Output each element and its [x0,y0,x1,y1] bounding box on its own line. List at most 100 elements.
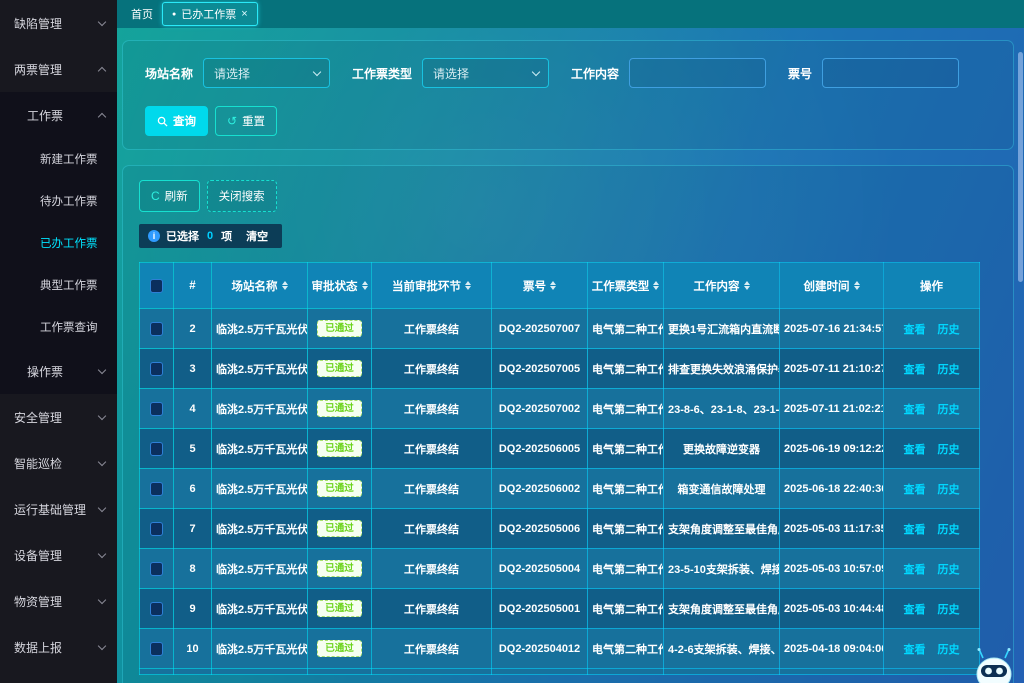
row-actions: 查看历史 [904,361,960,377]
header-cell[interactable]: 创建时间 [780,263,884,309]
row-checkbox-cell [140,389,174,429]
header-cell[interactable]: 场站名称 [212,263,308,309]
sidebar-item-label: 已办工作票 [40,235,98,251]
sidebar-item-equipment-mgmt[interactable]: 设备管理 [0,532,117,578]
search-icon [157,116,168,127]
header-cell-content: 场站名称 [216,278,303,294]
view-link[interactable]: 查看 [904,321,926,337]
history-link[interactable]: 历史 [938,601,960,617]
ticket-type-select[interactable]: 请选择 [422,58,549,88]
sort-icon[interactable] [744,281,750,290]
row-checkbox[interactable] [150,322,163,336]
row-checkbox[interactable] [150,362,163,376]
ticket-no-cell: DQ2-202504012 [492,629,588,669]
table-row-partial [140,669,980,675]
sidebar-item-defect-mgmt[interactable]: 缺陷管理 [0,0,117,46]
sort-asc-caret [653,281,659,285]
sidebar-item-data-report[interactable]: 数据上报 [0,624,117,670]
clear-selection-link[interactable]: 清空 [246,228,268,244]
header-cell[interactable]: 工作票类型 [588,263,664,309]
view-link[interactable]: 查看 [904,481,926,497]
view-link[interactable]: 查看 [904,361,926,377]
partial-cell [140,669,174,675]
sidebar-item-safety-mgmt[interactable]: 安全管理 [0,394,117,440]
sort-asc-caret [854,281,860,285]
station-name-select[interactable]: 请选择 [203,58,330,88]
history-link[interactable]: 历史 [938,441,960,457]
view-link[interactable]: 查看 [904,561,926,577]
approval-status-cell: 已通过 [308,589,372,629]
sort-asc-caret [465,281,471,285]
row-index-cell: 3 [174,349,212,389]
row-checkbox[interactable] [150,522,163,536]
sidebar-item-todo-work-ticket[interactable]: 待办工作票 [0,180,117,222]
vertical-scrollbar[interactable] [1018,32,1023,679]
header-cell[interactable]: 当前审批环节 [372,263,492,309]
status-badge: 已通过 [317,480,362,498]
table-panel: C 刷新 关闭搜索 i 已选择0项 清空 #场站名称审批状态当前审批环节票号工作… [122,165,1014,683]
history-link[interactable]: 历史 [938,361,960,377]
row-checkbox-cell [140,309,174,349]
sidebar-item-typical-work-ticket[interactable]: 典型工作票 [0,264,117,306]
sidebar-item-work-ticket[interactable]: 工作票 [0,92,117,138]
sidebar-item-done-work-ticket[interactable]: 已办工作票 [0,222,117,264]
sort-icon[interactable] [653,281,659,290]
sort-icon[interactable] [550,281,556,290]
history-link[interactable]: 历史 [938,641,960,657]
tab-close-icon[interactable]: × [241,9,247,20]
row-checkbox[interactable] [150,602,163,616]
partial-cell [308,669,372,675]
select-all-checkbox[interactable] [150,279,163,293]
sidebar-item-work-ticket-query[interactable]: 工作票查询 [0,306,117,348]
row-checkbox[interactable] [150,642,163,656]
view-link[interactable]: 查看 [904,401,926,417]
view-link[interactable]: 查看 [904,441,926,457]
header-label: 审批状态 [312,278,358,294]
close-search-button[interactable]: 关闭搜索 [207,180,277,212]
sort-icon[interactable] [465,281,471,290]
chatbot-robot-icon[interactable] [970,648,1018,683]
history-link[interactable]: 历史 [938,561,960,577]
header-cell[interactable]: 票号 [492,263,588,309]
created-time-cell: 2025-07-16 21:34:57 [780,309,884,349]
sidebar-item-two-ticket-mgmt[interactable]: 两票管理 [0,46,117,92]
view-link[interactable]: 查看 [904,521,926,537]
chevron-down-icon [98,641,106,649]
sidebar-item-new-work-ticket[interactable]: 新建工作票 [0,138,117,180]
approval-step-cell: 工作票终结 [372,309,492,349]
header-cell[interactable]: 审批状态 [308,263,372,309]
row-checkbox[interactable] [150,442,163,456]
sort-icon[interactable] [282,281,288,290]
history-link[interactable]: 历史 [938,401,960,417]
work-content-input[interactable] [629,58,766,88]
tab-home[interactable]: 首页 [122,2,162,26]
reset-button[interactable]: ↺ 重置 [215,106,277,136]
header-cell[interactable]: 工作内容 [664,263,780,309]
sidebar-item-operation-base-mgmt[interactable]: 运行基础管理 [0,486,117,532]
sidebar-item-operation-ticket[interactable]: 操作票 [0,348,117,394]
history-link[interactable]: 历史 [938,521,960,537]
query-button[interactable]: 查询 [145,106,208,136]
row-checkbox[interactable] [150,402,163,416]
view-link[interactable]: 查看 [904,601,926,617]
history-link[interactable]: 历史 [938,321,960,337]
history-link[interactable]: 历史 [938,481,960,497]
tab-done-work-ticket[interactable]: ● 已办工作票 × [162,2,258,26]
sort-icon[interactable] [854,281,860,290]
work-content-cell: 箱变通信故障处理 [664,469,780,509]
ticket-no-input[interactable] [822,58,959,88]
view-link[interactable]: 查看 [904,641,926,657]
info-icon: i [148,230,160,242]
sort-icon[interactable] [362,281,368,290]
sidebar-item-material-mgmt[interactable]: 物资管理 [0,578,117,624]
row-checkbox[interactable] [150,482,163,496]
sidebar-item-smart-inspection[interactable]: 智能巡检 [0,440,117,486]
row-checkbox-cell [140,429,174,469]
row-index-cell: 6 [174,469,212,509]
header-label: 场站名称 [232,278,278,294]
vertical-scrollbar-thumb[interactable] [1018,52,1023,282]
refresh-button[interactable]: C 刷新 [139,180,200,212]
work-content-cell: 排查更换失效浪涌保护器 [664,349,780,389]
sort-desc-caret [744,286,750,290]
row-checkbox[interactable] [150,562,163,576]
